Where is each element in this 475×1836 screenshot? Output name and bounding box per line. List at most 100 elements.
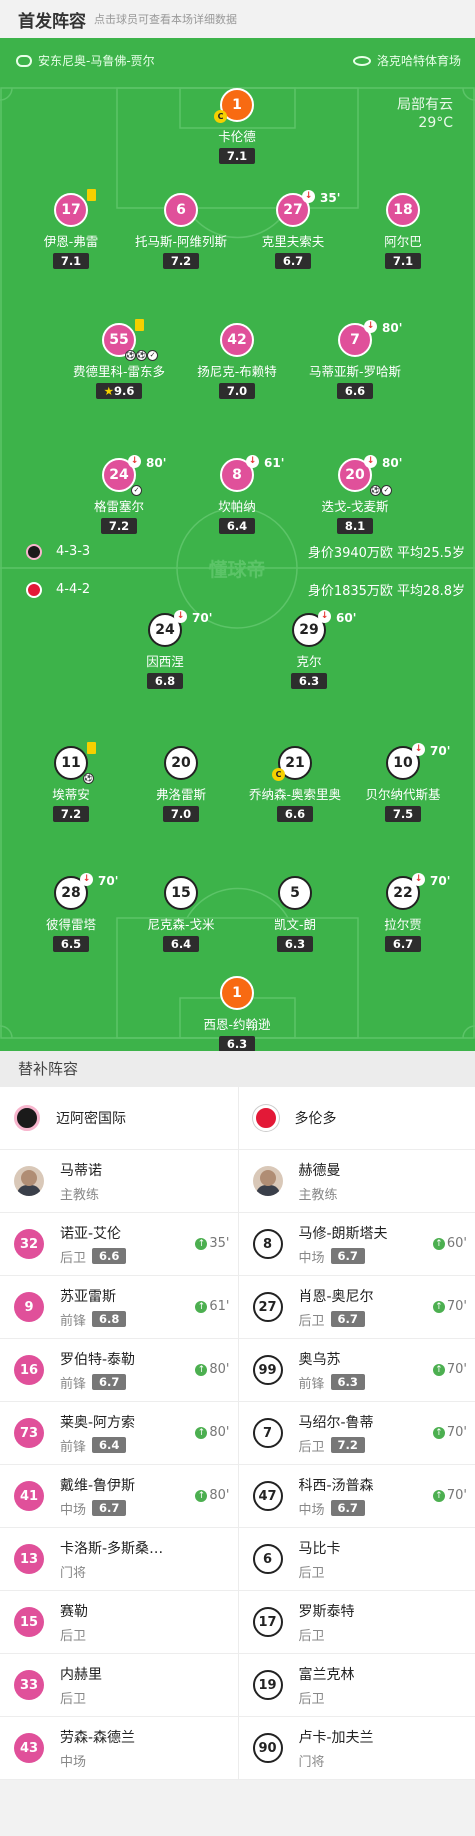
inter-miami-logo-icon xyxy=(26,543,42,560)
player-home-7[interactable]: 7 ↓ 80' 马蒂亚斯-罗哈斯 6.6 xyxy=(300,320,410,399)
player-away-0[interactable]: 24 ↓ 70' 因西涅 6.8 xyxy=(110,610,220,689)
player-home-8[interactable]: 24 ↓ 80' ✓ 格雷塞尔 7.2 xyxy=(64,455,174,534)
home-sub-row[interactable]: 41 戴维-鲁伊斯 中场 6.7 ↑ 80' xyxy=(0,1465,238,1528)
player-away-5[interactable]: 10 ↓ 70' 贝尔纳代斯基 7.5 xyxy=(348,743,458,822)
sub-on-time: ↑ 70' xyxy=(432,1425,467,1440)
player-away-10[interactable]: 1 西恩-约翰逊 6.3 xyxy=(182,976,292,1051)
away-team-name: 多伦多 xyxy=(294,1111,337,1127)
match-info: 安东尼奥-马鲁佛-贾尔 洛克哈特体育场 xyxy=(16,52,461,69)
home-value-info: 身价3940万欧 平均25.5岁 xyxy=(307,546,465,561)
away-sub-row[interactable]: 7 马绍尔-鲁蒂 后卫 7.2 ↑ 70' xyxy=(238,1402,475,1465)
away-team-info: 4-4-2 身价1835万欧 平均28.8岁 xyxy=(26,580,465,599)
home-sub-row[interactable]: 16 罗伯特-泰勒 前锋 6.7 ↑ 80' xyxy=(0,1339,238,1402)
sub-minute: 35' xyxy=(320,191,341,205)
sub-player-name: 罗斯泰特 xyxy=(298,1603,355,1620)
player-name: 马蒂亚斯-罗哈斯 xyxy=(308,364,401,379)
player-home-5[interactable]: 55 ⚽ ⚽ ✓ 费德里科-雷东多 ★9.6 xyxy=(64,319,174,399)
away-sub-row[interactable]: 19 富兰克林 后卫 xyxy=(238,1654,475,1717)
player-rating: 7.1 xyxy=(384,253,422,269)
whistle-icon xyxy=(16,54,32,67)
away-coach[interactable]: 赫德曼 主教练 xyxy=(238,1150,475,1213)
sub-player-name: 卡洛斯-多斯桑托斯 xyxy=(60,1540,175,1557)
sub-player-name: 科西-汤普森 xyxy=(298,1477,374,1494)
sub-on-icon: ↑ xyxy=(195,1426,208,1439)
player-name: 坎帕纳 xyxy=(218,499,256,514)
sub-rating: 6.4 xyxy=(92,1437,127,1453)
sub-minute: 60' xyxy=(336,611,357,625)
player-away-1[interactable]: 29 ↓ 60' 克尔 6.3 xyxy=(254,610,364,689)
watermark: 懂球帝 xyxy=(208,558,265,581)
sub-on-icon: ↑ xyxy=(432,1489,445,1502)
shirt-number: 6 xyxy=(252,1544,283,1574)
home-sub-row[interactable]: 33 内赫里 后卫 xyxy=(0,1654,238,1717)
shirt-number: 16 xyxy=(14,1355,44,1385)
sub-player-name: 苏亚雷斯 xyxy=(60,1288,116,1305)
player-rating: 7.0 xyxy=(218,383,256,399)
away-team-header[interactable]: 多伦多 xyxy=(238,1087,475,1150)
player-away-3[interactable]: 20 弗洛雷斯 7.0 xyxy=(126,746,236,822)
sub-on-time: ↑ 70' xyxy=(432,1299,467,1314)
home-coach[interactable]: 马蒂诺 主教练 xyxy=(0,1150,238,1213)
away-sub-row[interactable]: 99 奥乌苏 前锋 6.3 ↑ 70' xyxy=(238,1339,475,1402)
sub-position: 前锋 xyxy=(60,1376,87,1392)
sub-position: 前锋 xyxy=(298,1376,325,1392)
player-away-6[interactable]: 28 ↓ 70' 彼得雷塔 6.5 xyxy=(16,873,126,952)
home-sub-row[interactable]: 15 赛勒 后卫 xyxy=(0,1591,238,1654)
referee: 安东尼奥-马鲁佛-贾尔 xyxy=(16,52,155,69)
player-away-2[interactable]: 11 ⚽ 埃蒂安 7.2 xyxy=(16,742,126,822)
coach-label: 主教练 xyxy=(298,1187,338,1203)
away-sub-row[interactable]: 6 马比卡 后卫 xyxy=(238,1528,475,1591)
player-home-4[interactable]: 18 阿尔巴 7.1 xyxy=(348,193,458,269)
sub-player-name: 诺亚-艾伦 xyxy=(60,1225,122,1242)
player-home-2[interactable]: 6 托马斯-阿维列斯 7.2 xyxy=(126,193,236,269)
shirt-number: 19 xyxy=(252,1670,283,1700)
player-rating: 7.2 xyxy=(100,518,138,534)
player-home-9[interactable]: 8 ↓ 61' 坎帕纳 6.4 xyxy=(182,455,292,534)
player-away-8[interactable]: 5 凯文-朗 6.3 xyxy=(240,876,350,952)
home-sub-row[interactable]: 32 诺亚-艾伦 后卫 6.6 ↑ 35' xyxy=(0,1213,238,1276)
player-away-9[interactable]: 22 ↓ 70' 拉尔贾 6.7 xyxy=(348,873,458,952)
sub-player-name: 赛勒 xyxy=(60,1603,88,1620)
shirt-number: 90 xyxy=(252,1733,283,1763)
away-sub-row[interactable]: 17 罗斯泰特 后卫 xyxy=(238,1591,475,1654)
sub-position: 中场 xyxy=(298,1502,325,1518)
coach-label: 主教练 xyxy=(60,1187,100,1203)
player-name: 彼得雷塔 xyxy=(45,917,96,932)
sub-player-name: 肖恩-奥尼尔 xyxy=(298,1288,374,1305)
shirt-number: 41 xyxy=(14,1481,44,1511)
away-sub-row[interactable]: 90 卢卡-加夫兰 门将 xyxy=(238,1717,475,1780)
toronto-logo-icon xyxy=(26,581,42,598)
away-sub-row[interactable]: 27 肖恩-奥尼尔 后卫 6.7 ↑ 70' xyxy=(238,1276,475,1339)
sub-player-name: 奥乌苏 xyxy=(298,1351,341,1368)
yellow-card-icon xyxy=(135,319,144,331)
player-name: 乔纳森-奥索里奥 xyxy=(248,787,341,802)
player-home-1[interactable]: 17 伊恩-弗雷 7.1 xyxy=(16,189,126,269)
player-home-10[interactable]: 20 ↓ 80' ⚽ ✓ 迭戈-戈麦斯 8.1 xyxy=(300,455,410,534)
home-sub-row[interactable]: 73 莱奥-阿方索 前锋 6.4 ↑ 80' xyxy=(0,1402,238,1465)
player-away-4[interactable]: 21 C 乔纳森-奥索里奥 6.6 xyxy=(240,746,350,822)
home-team-header[interactable]: 迈阿密国际 xyxy=(0,1087,238,1150)
away-sub-row[interactable]: 47 科西-汤普森 中场 6.7 ↑ 70' xyxy=(238,1465,475,1528)
player-home-0[interactable]: 1C 卡伦德 7.1 xyxy=(182,88,292,164)
sub-position: 后卫 xyxy=(60,1628,87,1644)
player-rating: 7.2 xyxy=(162,253,200,269)
sub-rating: 6.7 xyxy=(92,1374,127,1390)
player-home-6[interactable]: 42 扬尼克-布赖特 7.0 xyxy=(182,323,292,399)
player-home-3[interactable]: 27 ↓ 35' 克里夫索夫 6.7 xyxy=(238,190,348,269)
sub-rating: 6.7 xyxy=(330,1500,365,1516)
shirt-number: 27 xyxy=(252,1292,283,1322)
home-sub-row[interactable]: 13 卡洛斯-多斯桑托斯 门将 xyxy=(0,1528,238,1591)
player-name: 卡伦德 xyxy=(218,129,256,144)
player-rating: 6.6 xyxy=(336,383,374,399)
assist-icon: ✓ xyxy=(147,350,158,361)
player-rating: 7.5 xyxy=(384,806,422,822)
sub-position: 后卫 xyxy=(60,1250,87,1266)
page-subtitle: 点击球员可查看本场详细数据 xyxy=(94,13,237,26)
home-sub-row[interactable]: 9 苏亚雷斯 前锋 6.8 ↑ 61' xyxy=(0,1276,238,1339)
sub-position: 后卫 xyxy=(298,1565,325,1581)
away-sub-row[interactable]: 8 马修-朗斯塔夫 中场 6.7 ↑ 60' xyxy=(238,1213,475,1276)
sub-player-name: 劳森-森德兰 xyxy=(60,1729,136,1746)
player-away-7[interactable]: 15 尼克森-戈米 6.4 xyxy=(126,876,236,952)
shirt-number: 8 xyxy=(252,1229,283,1259)
home-sub-row[interactable]: 43 劳森-森德兰 中场 xyxy=(0,1717,238,1780)
